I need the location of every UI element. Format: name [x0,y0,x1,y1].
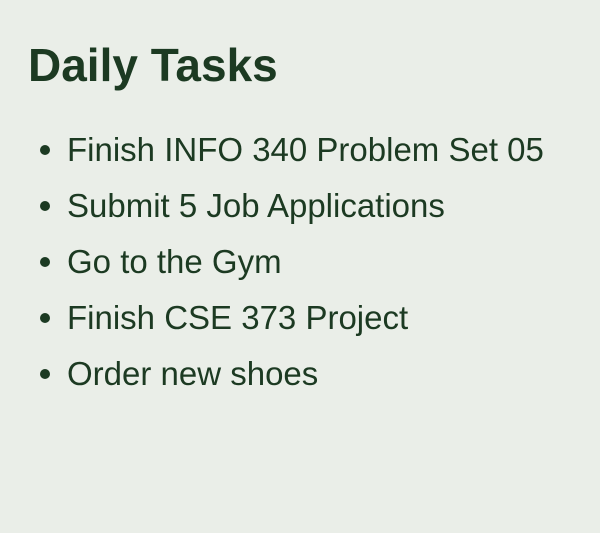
page-title: Daily Tasks [28,39,278,91]
task-list-item: Order new shoes [40,346,600,402]
bullet-icon [40,369,50,379]
task-list-item: Submit 5 Job Applications [40,178,600,234]
bullet-icon [40,257,50,267]
task-label: Finish CSE 373 Project [67,299,409,336]
bullet-icon [40,313,50,323]
task-list-item: Go to the Gym [40,234,600,290]
task-label: Finish INFO 340 Problem Set 05 [67,131,544,168]
task-list: Finish INFO 340 Problem Set 05 Submit 5 … [40,122,600,402]
daily-tasks-page: Daily Tasks Finish INFO 340 Problem Set … [0,0,600,533]
bullet-icon [40,145,50,155]
task-list-item: Finish INFO 340 Problem Set 05 [40,122,600,178]
task-list-item: Finish CSE 373 Project [40,290,600,346]
task-label: Go to the Gym [67,243,282,280]
bullet-icon [40,201,50,211]
task-label: Submit 5 Job Applications [67,187,445,224]
task-label: Order new shoes [67,355,319,392]
